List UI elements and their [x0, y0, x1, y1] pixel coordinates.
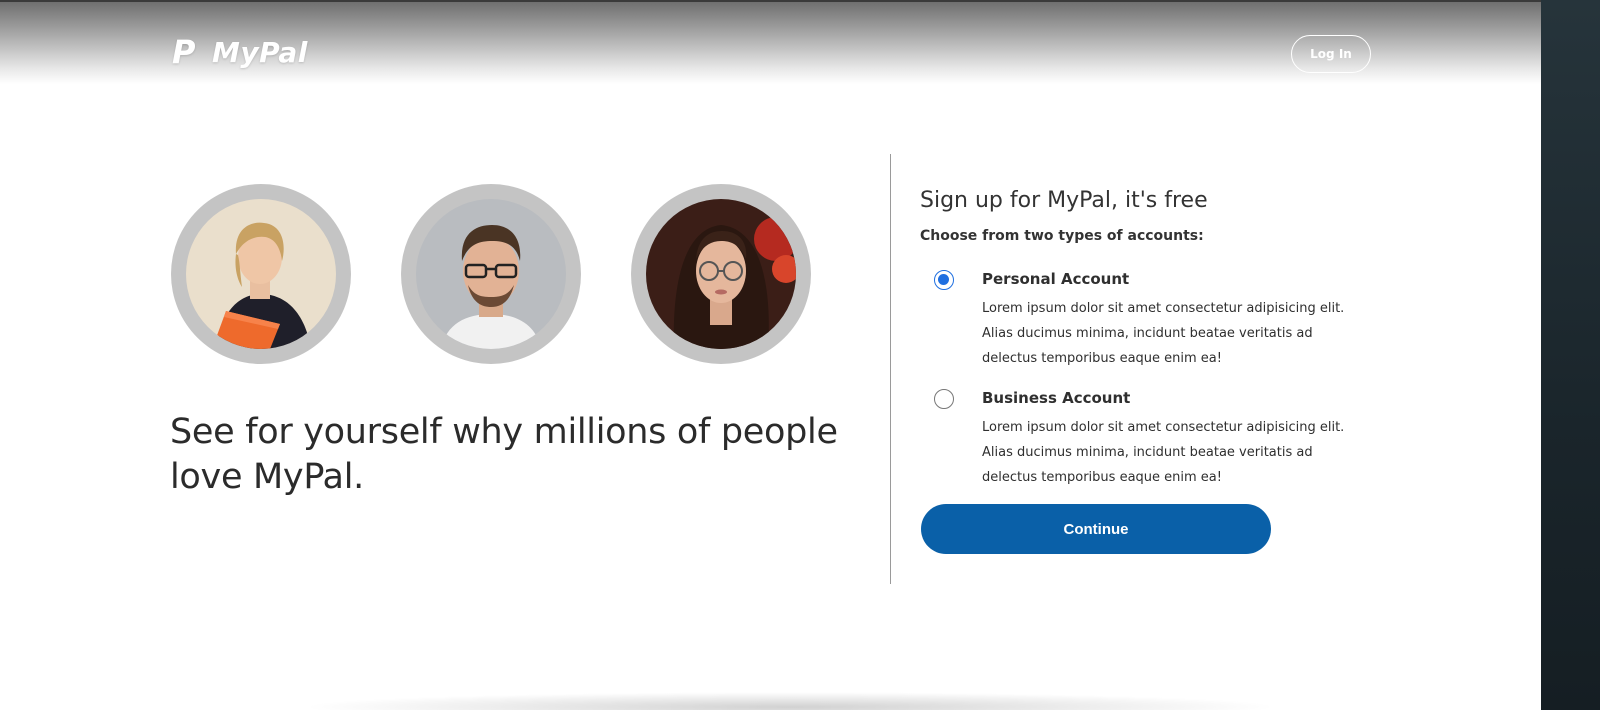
business-account-radio[interactable]: [934, 389, 954, 409]
top-navigation-bar: P MyPal Log In: [0, 2, 1541, 84]
option-title[interactable]: Personal Account: [982, 270, 1129, 288]
personal-account-radio[interactable]: [934, 270, 954, 290]
avatar: [416, 199, 566, 349]
signup-title: Sign up for MyPal, it's free: [920, 188, 1208, 213]
avatar: [186, 199, 336, 349]
portrait-woman-orange-folder: [171, 184, 351, 364]
mypal-logo[interactable]: P MyPal: [172, 32, 308, 72]
option-title[interactable]: Business Account: [982, 389, 1130, 407]
login-button[interactable]: Log In: [1291, 35, 1371, 73]
portrait-woman-round-glasses: [631, 184, 811, 364]
logo-p-icon: P: [172, 33, 196, 71]
desktop-backdrop: [1540, 0, 1600, 710]
vertical-divider: [890, 154, 891, 584]
option-description: Lorem ipsum dolor sit amet consectetur a…: [982, 301, 1345, 366]
browser-page: P MyPal Log In See for yourself why mill…: [0, 0, 1541, 710]
portrait-man-glasses: [401, 184, 581, 364]
hero-tagline: See for yourself why millions of people …: [170, 412, 838, 497]
logo-text: MyPal: [212, 35, 308, 69]
footer-shadow: [300, 692, 1280, 710]
account-type-prompt: Choose from two types of accounts:: [920, 228, 1204, 244]
continue-button[interactable]: Continue: [921, 504, 1271, 554]
avatar: [646, 199, 796, 349]
option-description: Lorem ipsum dolor sit amet consectetur a…: [982, 420, 1345, 485]
